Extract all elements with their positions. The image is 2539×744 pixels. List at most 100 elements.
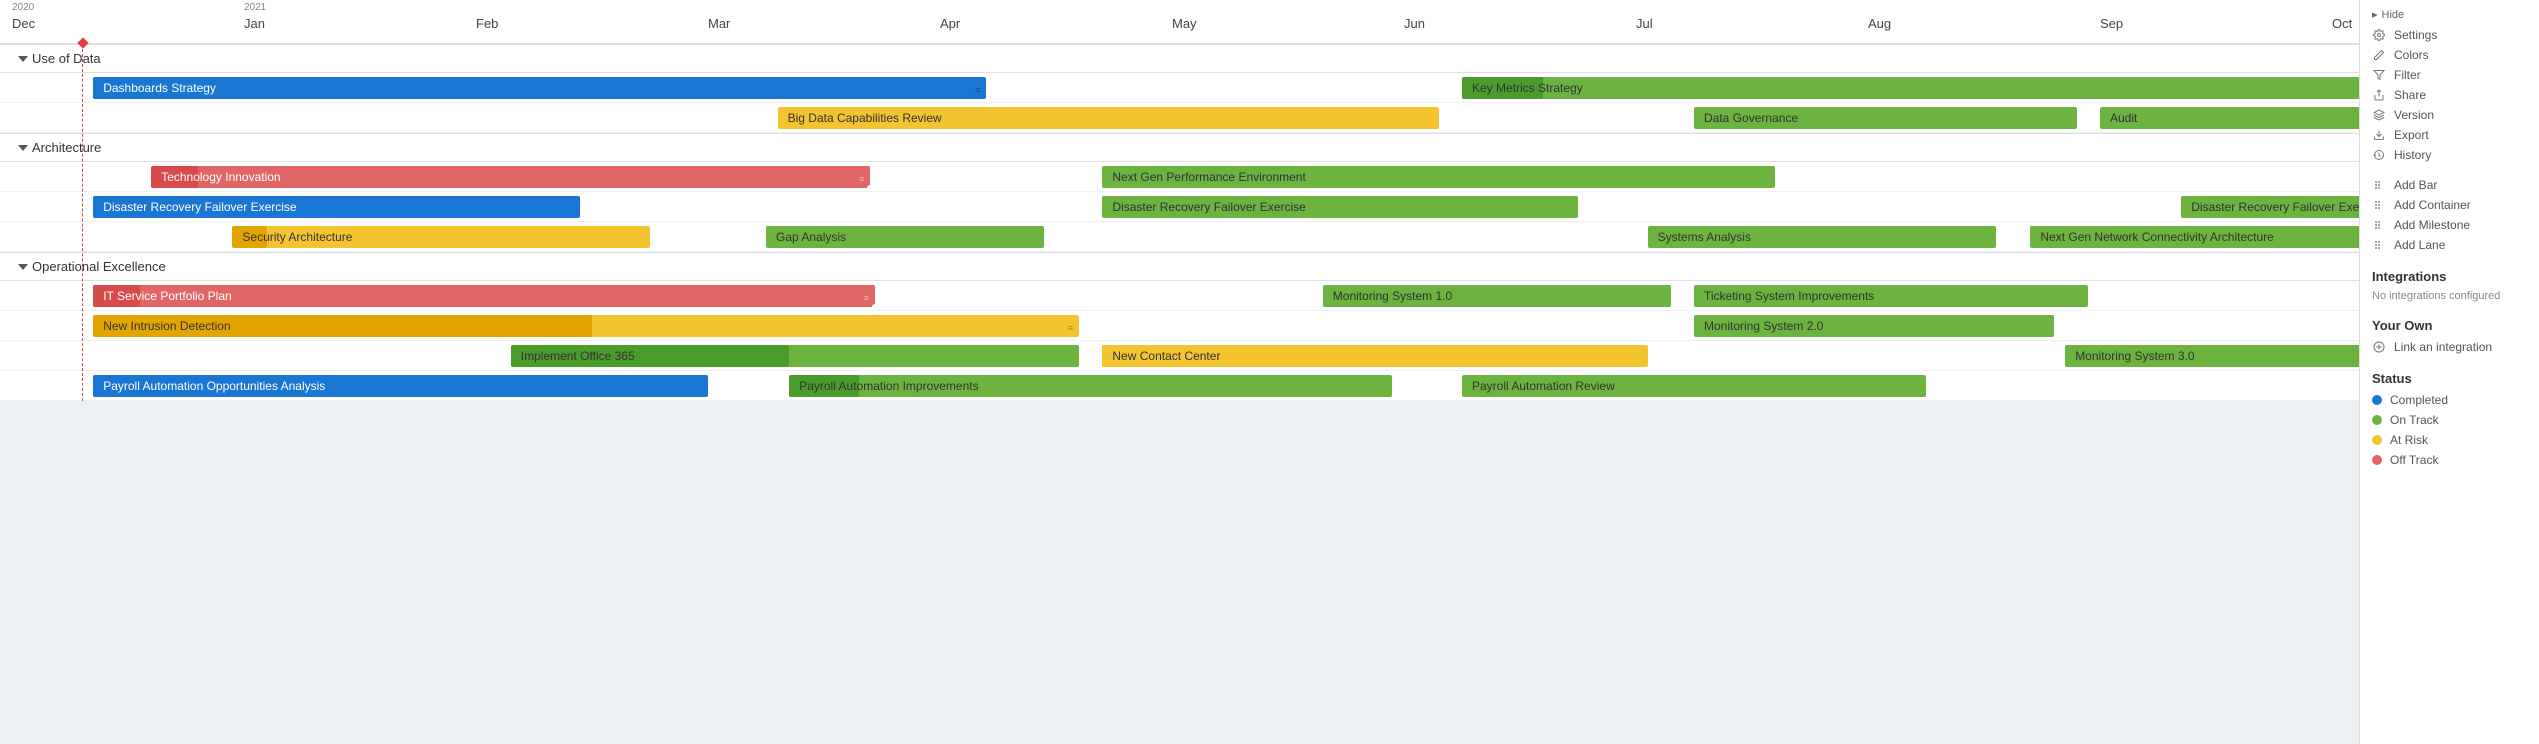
sidebar-menu-history[interactable]: History (2372, 145, 2527, 165)
sidebar-add-label: Add Container (2394, 198, 2471, 212)
sidebar-add-add-milestone[interactable]: Add Milestone (2372, 215, 2527, 235)
link-integration-button[interactable]: Link an integration (2372, 337, 2527, 357)
timeline-bar[interactable]: Dashboards Strategy ≡ (93, 77, 986, 99)
integrations-empty: No integrations configured (2372, 288, 2527, 304)
legend-label: On Track (2390, 413, 2439, 427)
lane-track: Technology Innovation ≡ Next Gen Performan… (0, 162, 2359, 192)
sidebar-menu-label: Colors (2394, 48, 2429, 62)
timeline-bar[interactable]: Monitoring System 3.0 (2065, 345, 2359, 367)
chevron-right-icon: ▸ (2372, 8, 2378, 21)
sidebar-add-add-lane[interactable]: Add Lane (2372, 235, 2527, 255)
timeline-bar[interactable]: Next Gen Performance Environment (1102, 166, 1775, 188)
timeline-bar[interactable]: Key Metrics Strategy (1462, 77, 2359, 99)
drag-handle-icon[interactable]: ≡ (864, 287, 871, 307)
group-header[interactable]: Use of Data (0, 44, 2359, 73)
group-header[interactable]: Architecture (0, 133, 2359, 162)
timeline-bar[interactable]: Data Governance (1694, 107, 2077, 129)
sidebar-menu-filter[interactable]: Filter (2372, 65, 2527, 85)
status-legend-on-track: On Track (2372, 410, 2527, 430)
bar-label: Payroll Automation Opportunities Analysi… (103, 379, 325, 393)
timeline-bar[interactable]: Payroll Automation Improvements (789, 375, 1392, 397)
timeline-bar[interactable]: Disaster Recovery Failover Exercise (2181, 196, 2359, 218)
chevron-down-icon (18, 264, 28, 270)
bar-label: Data Governance (1704, 111, 1798, 125)
status-legend-off-track: Off Track (2372, 450, 2527, 470)
lane-track: IT Service Portfolio Plan≡ Monitoring Sys… (0, 281, 2359, 311)
bar-label: Dashboards Strategy (103, 81, 216, 95)
bar-label: Monitoring System 1.0 (1333, 289, 1452, 303)
legend-label: At Risk (2390, 433, 2428, 447)
legend-label: Off Track (2390, 453, 2438, 467)
resize-handle-icon[interactable] (866, 184, 870, 188)
drag-handle-icon[interactable]: ≡ (859, 168, 866, 188)
hide-sidebar-button[interactable]: ▸ Hide (2372, 8, 2527, 21)
link-integration-label: Link an integration (2394, 340, 2492, 354)
chevron-down-icon (18, 145, 28, 151)
lane-track: Big Data Capabilities Review Data Governa… (0, 103, 2359, 133)
timeline-bar[interactable]: Disaster Recovery Failover Exercise (1102, 196, 1578, 218)
timeline-bar[interactable]: Next Gen Network Connectivity Architectu… (2030, 226, 2359, 248)
bar-label: Key Metrics Strategy (1472, 81, 1583, 95)
sidebar-menu-export[interactable]: Export (2372, 125, 2527, 145)
month-label: Oct (2332, 16, 2352, 31)
month-label: Jul (1636, 16, 1653, 31)
timeline-bar[interactable]: Implement Office 365 (511, 345, 1079, 367)
timeline-bar[interactable]: New Contact Center (1102, 345, 1647, 367)
drag-handle-icon[interactable]: ≡ (975, 79, 982, 99)
timeline-bar[interactable]: Ticketing System Improvements (1694, 285, 2088, 307)
hide-label: Hide (2382, 9, 2405, 21)
legend-dot-icon (2372, 395, 2382, 405)
timeline-bar[interactable]: Payroll Automation Opportunities Analysi… (93, 375, 708, 397)
bar-label: New Contact Center (1112, 349, 1220, 363)
lane-track: Disaster Recovery Failover Exercise Disas… (0, 192, 2359, 222)
sidebar-menu-label: Version (2394, 108, 2434, 122)
timeline-bar[interactable]: IT Service Portfolio Plan≡ (93, 285, 875, 307)
bar-label: Monitoring System 2.0 (1704, 319, 1823, 333)
status-legend-at-risk: At Risk (2372, 430, 2527, 450)
sidebar-menu-label: Export (2394, 128, 2429, 142)
timeline-bar[interactable]: Monitoring System 2.0 (1694, 315, 2054, 337)
chevron-down-icon (18, 56, 28, 62)
sidebar-add-label: Add Bar (2394, 178, 2437, 192)
layers-icon (2372, 108, 2386, 122)
lane-track: Payroll Automation Opportunities Analysi… (0, 371, 2359, 401)
bar-label: Security Architecture (242, 230, 352, 244)
bar-label: Audit (2110, 111, 2137, 125)
bar-label: Technology Innovation (161, 170, 280, 184)
bar-label: Next Gen Performance Environment (1112, 170, 1305, 184)
timeline-bar[interactable]: New Intrusion Detection ≡ (93, 315, 1079, 337)
bar-label: Disaster Recovery Failover Exercise (103, 200, 296, 214)
legend-dot-icon (2372, 455, 2382, 465)
sidebar-menu-share[interactable]: Share (2372, 85, 2527, 105)
lane-track: Dashboards Strategy ≡ Key Metrics Strategy (0, 73, 2359, 103)
drag-handle-icon[interactable]: ≡ (1068, 317, 1075, 337)
month-label: May (1172, 16, 1197, 31)
timeline-bar[interactable]: Payroll Automation Review (1462, 375, 1926, 397)
timeline-bar[interactable]: Disaster Recovery Failover Exercise (93, 196, 580, 218)
sidebar-menu-version[interactable]: Version (2372, 105, 2527, 125)
bar-label: Ticketing System Improvements (1704, 289, 1874, 303)
timeline-bar[interactable]: Gap Analysis (766, 226, 1044, 248)
grip-icon (2372, 238, 2386, 252)
sidebar-menu-label: Settings (2394, 28, 2437, 42)
history-icon (2372, 148, 2386, 162)
group-header[interactable]: Operational Excellence (0, 252, 2359, 281)
month-label: Dec (12, 16, 35, 31)
timeline-bar[interactable]: Security Architecture (232, 226, 650, 248)
timeline-bar[interactable]: Monitoring System 1.0 (1323, 285, 1671, 307)
timeline-bar[interactable]: Big Data Capabilities Review (778, 107, 1439, 129)
timeline-bar[interactable]: Technology Innovation ≡ (151, 166, 870, 188)
grip-icon (2372, 178, 2386, 192)
timeline-bar[interactable]: Systems Analysis (1648, 226, 1996, 248)
resize-handle-icon[interactable] (871, 303, 875, 307)
bar-label: Gap Analysis (776, 230, 846, 244)
sidebar-add-add-bar[interactable]: Add Bar (2372, 175, 2527, 195)
year-label: 2021 (244, 2, 266, 13)
bar-label: New Intrusion Detection (103, 319, 230, 333)
sidebar-add-add-container[interactable]: Add Container (2372, 195, 2527, 215)
timeline-bar[interactable]: Audit (2100, 107, 2359, 129)
sidebar-menu-colors[interactable]: Colors (2372, 45, 2527, 65)
group-title: Operational Excellence (32, 259, 166, 274)
sidebar-add-label: Add Milestone (2394, 218, 2470, 232)
sidebar-menu-settings[interactable]: Settings (2372, 25, 2527, 45)
